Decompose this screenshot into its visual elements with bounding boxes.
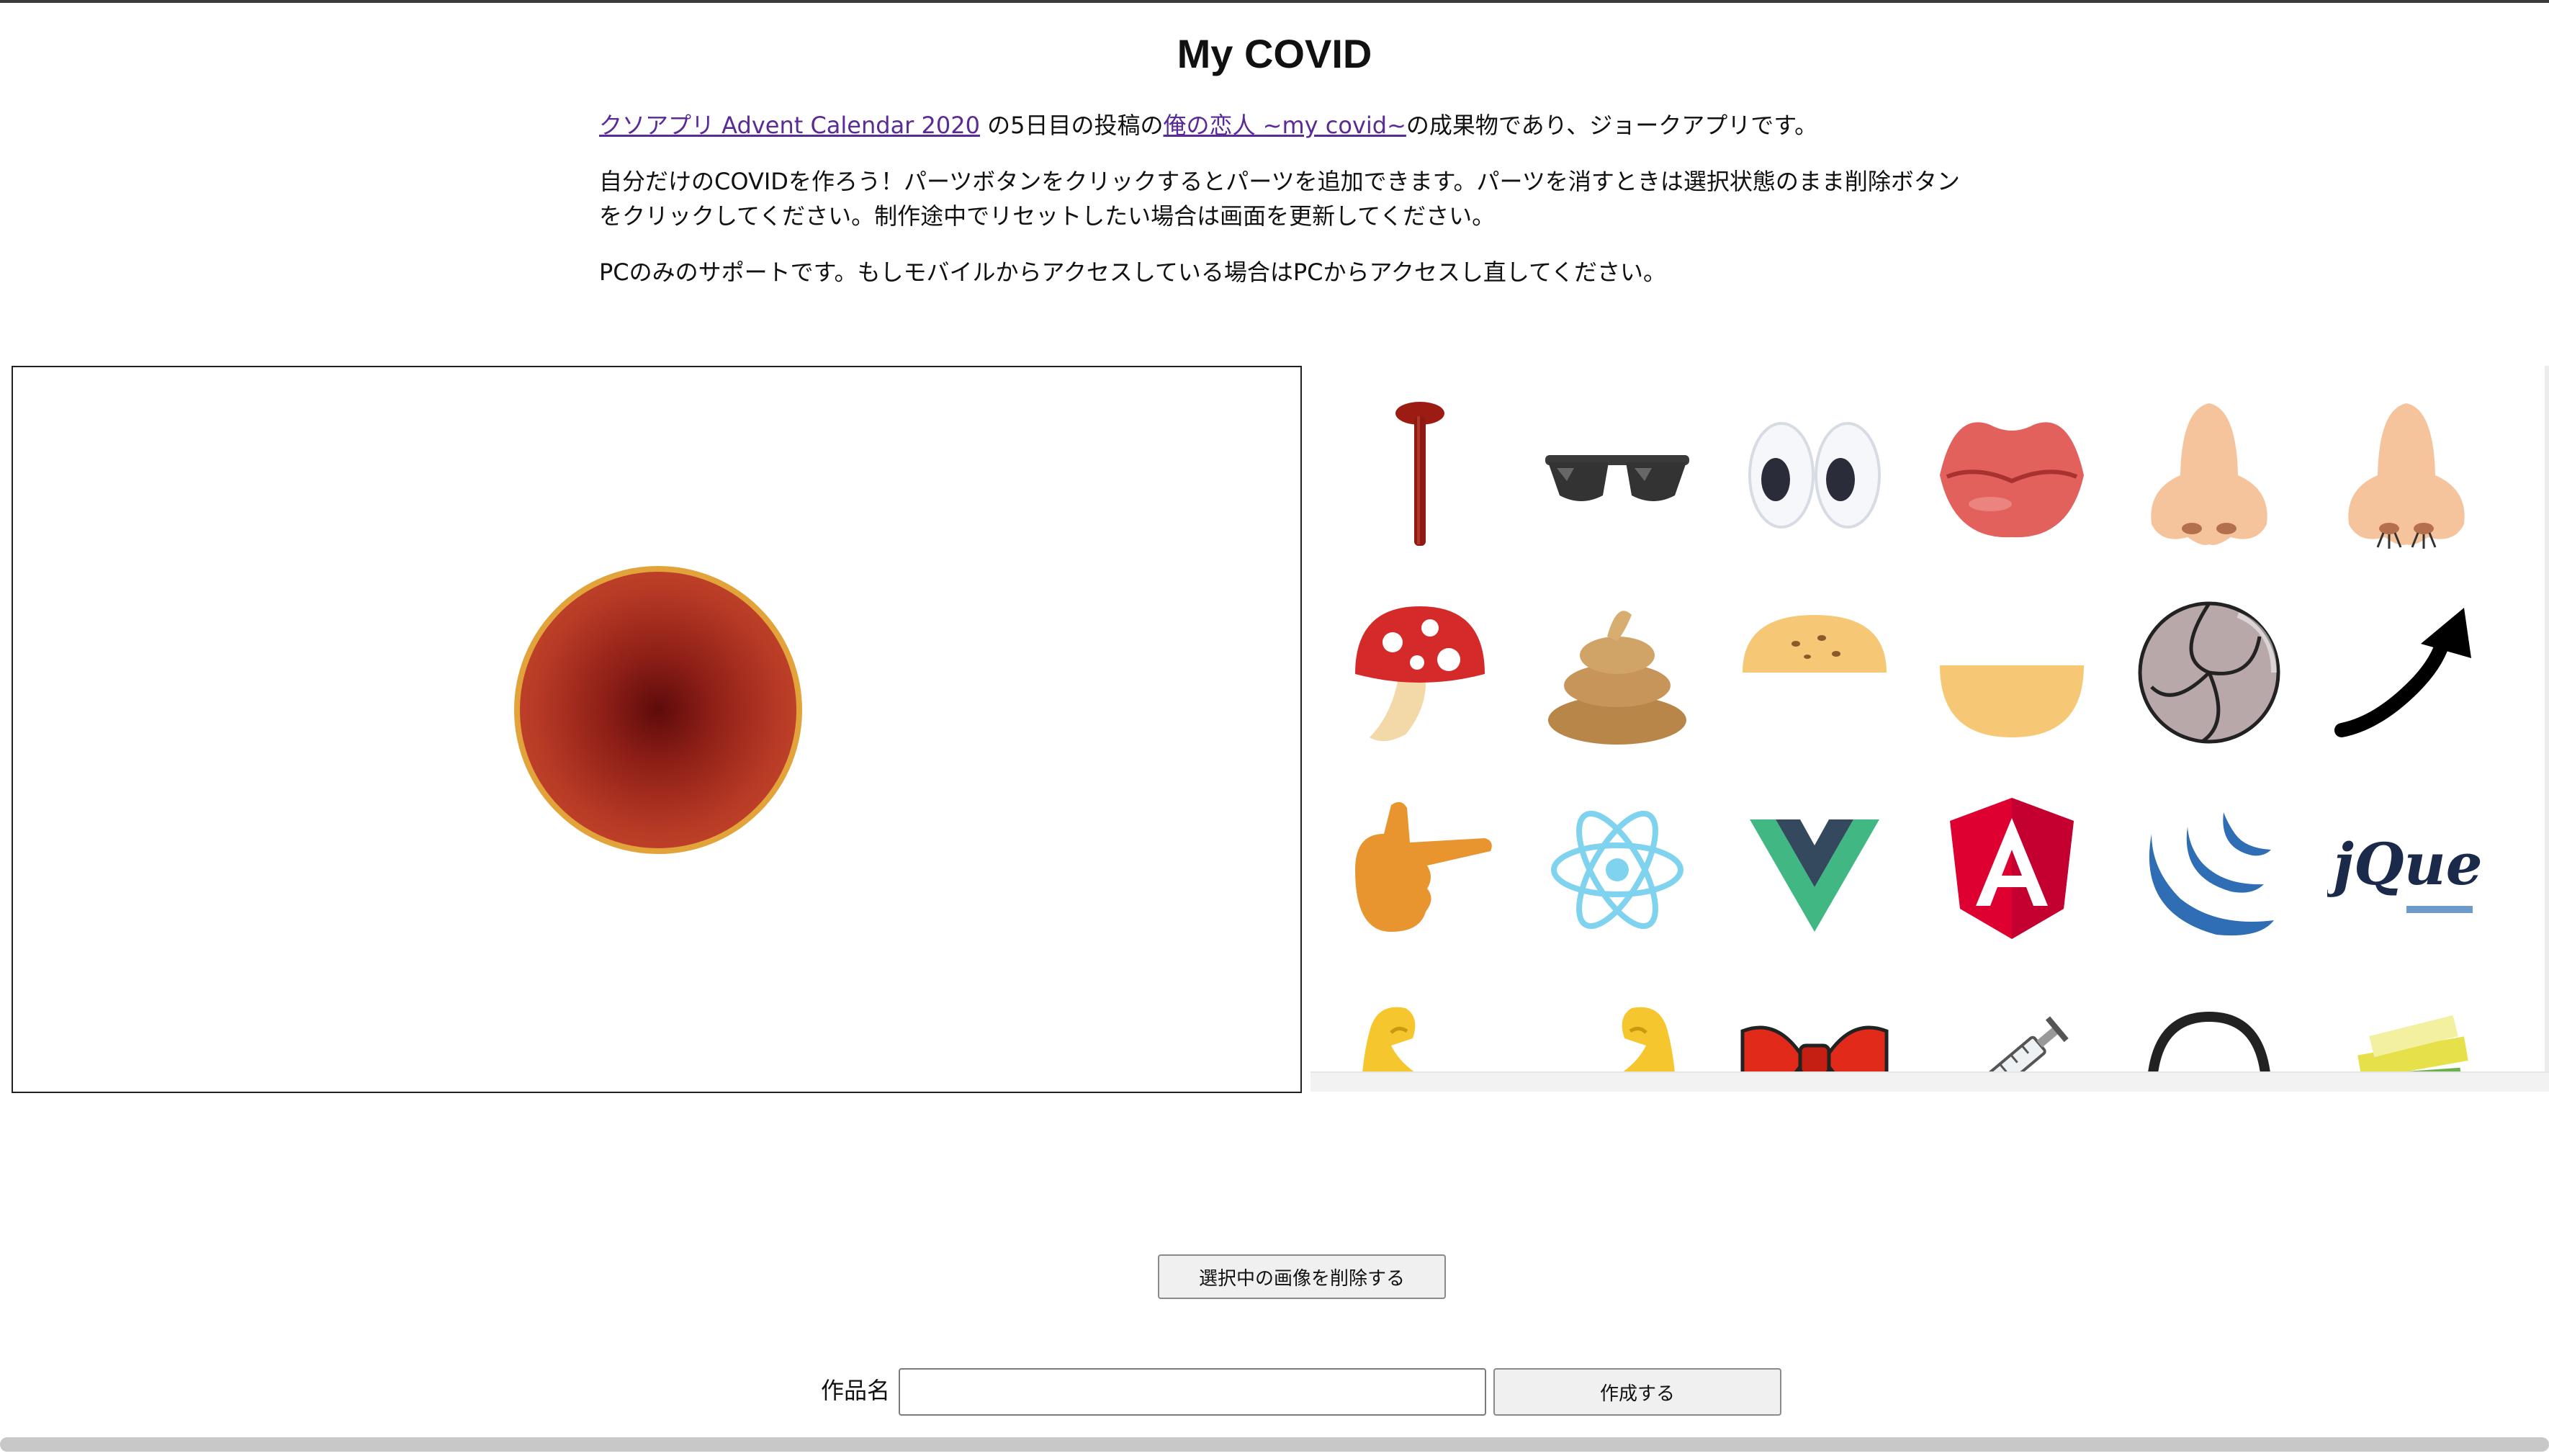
part-button-nail[interactable] <box>1334 389 1506 562</box>
bow-tie-icon <box>1740 1025 1889 1071</box>
shell-icon <box>2138 601 2280 744</box>
work-name-label: 作品名 <box>821 1377 891 1404</box>
window-top-border <box>0 0 2549 3</box>
part-button-nose-hair[interactable] <box>2320 389 2493 562</box>
parts-vertical-scroll-rail[interactable] <box>2545 366 2549 1090</box>
syringe-icon <box>1966 1016 2069 1071</box>
part-button-bun-bottom[interactable] <box>1925 586 2098 759</box>
bun-bottom-icon <box>1940 665 2084 737</box>
bun-top-icon <box>1743 615 1887 673</box>
flexed-bicep-left-icon <box>1362 1007 1416 1071</box>
my-covid-post-link[interactable]: 俺の恋人 ~my covid~ <box>1164 112 1406 139</box>
part-button-bicep-left[interactable] <box>1334 981 1506 1071</box>
poop-icon <box>1548 611 1686 745</box>
mushroom-icon <box>1355 606 1485 742</box>
part-button-bicep-right[interactable] <box>1531 981 1704 1071</box>
create-button[interactable]: 作成する <box>1493 1368 1781 1416</box>
react-logo-icon <box>1551 810 1683 930</box>
covid-base-sphere[interactable] <box>514 566 802 854</box>
intro-line-2: 自分だけのCOVIDを作ろう！パーツボタンをクリックするとパーツを追加できます。… <box>599 168 1960 230</box>
eyes-icon <box>1748 422 1881 529</box>
intro-line-1-text-a: の5日目の投稿の <box>979 112 1164 139</box>
parts-horizontal-scrollbar[interactable] <box>1311 1071 2549 1092</box>
part-button-angular[interactable] <box>1925 783 2098 956</box>
lips-icon <box>1940 422 2084 538</box>
headphones-icon <box>2148 1011 2270 1071</box>
part-button-jquery-wordmark[interactable]: jQuery <box>2320 783 2493 956</box>
part-button-pointing-hand[interactable] <box>1334 783 1506 956</box>
nose-icon <box>2151 403 2267 545</box>
nail-icon <box>1395 402 1444 546</box>
part-button-bun-top[interactable] <box>1728 586 1901 759</box>
part-button-sunglasses[interactable] <box>1531 389 1704 562</box>
part-button-bow-tie[interactable] <box>1728 981 1901 1071</box>
part-button-arrow[interactable] <box>2320 586 2493 759</box>
svg-text:jQuery: jQuery <box>2327 830 2486 898</box>
work-name-input[interactable] <box>899 1368 1486 1416</box>
intro-line-1-text-b: の成果物であり、ジョークアプリです。 <box>1406 112 1818 139</box>
parts-palette[interactable]: jQuery <box>1311 366 2549 1071</box>
nose-hair-icon <box>2348 403 2465 549</box>
delete-selected-image-button[interactable]: 選択中の画像を削除する <box>1158 1254 1446 1299</box>
vue-logo-icon <box>1750 819 1879 932</box>
jquery-swirl-icon <box>2149 812 2274 936</box>
part-button-books[interactable] <box>2320 981 2493 1071</box>
part-button-shell[interactable] <box>2123 586 2296 759</box>
pointing-hand-icon <box>1355 801 1492 932</box>
intro-line-3: PCのみのサポートです。もしモバイルからアクセスしている場合はPCからアクセスし… <box>599 259 1667 286</box>
intro-line-1: クソアプリ Advent Calendar 2020 の5日目の投稿の俺の恋人 … <box>599 108 1967 143</box>
page-title: My COVID <box>1177 31 1372 76</box>
angular-logo-icon <box>1950 798 2074 939</box>
part-button-vue[interactable] <box>1728 783 1901 956</box>
flexed-bicep-right-icon <box>1622 1007 1675 1071</box>
part-button-mushroom[interactable] <box>1334 586 1506 759</box>
jquery-wordmark-icon: jQuery <box>2327 830 2486 913</box>
covid-canvas[interactable] <box>12 366 1302 1093</box>
part-button-eyes[interactable] <box>1728 389 1901 562</box>
part-button-nose[interactable] <box>2123 389 2296 562</box>
part-button-lips[interactable] <box>1925 389 2098 562</box>
intro-text: クソアプリ Advent Calendar 2020 の5日目の投稿の俺の恋人 … <box>599 108 1967 311</box>
books-icon <box>2352 1015 2468 1071</box>
part-button-jquery-swirl[interactable] <box>2123 783 2296 956</box>
arrow-icon <box>2334 608 2471 737</box>
advent-calendar-link[interactable]: クソアプリ Advent Calendar 2020 <box>599 112 980 139</box>
sunglasses-icon <box>1545 455 1689 501</box>
part-button-poop[interactable] <box>1531 586 1704 759</box>
page-horizontal-scrollbar[interactable] <box>0 1437 2549 1452</box>
part-button-syringe[interactable] <box>1925 981 2098 1071</box>
part-button-headphones[interactable] <box>2123 981 2296 1071</box>
part-button-react[interactable] <box>1531 783 1704 956</box>
